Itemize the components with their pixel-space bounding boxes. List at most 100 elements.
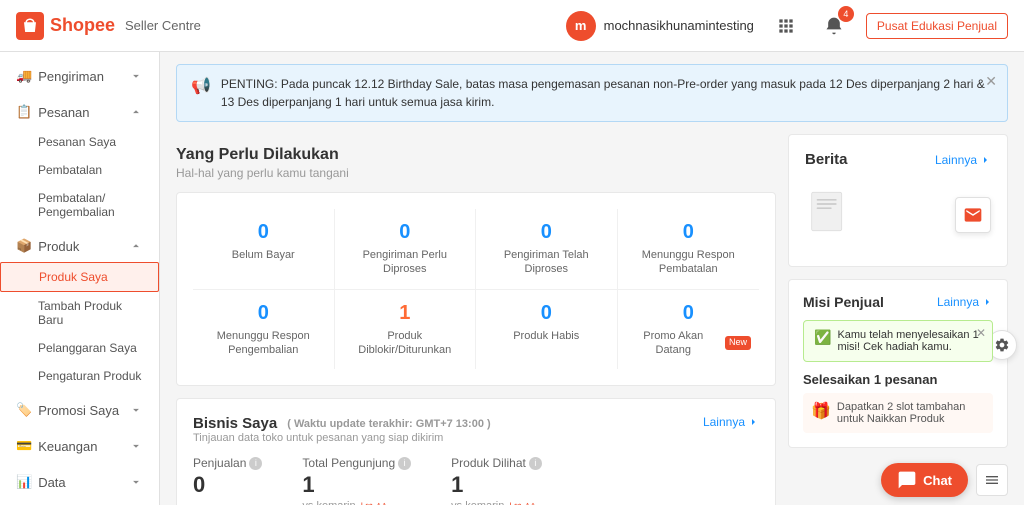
metric-belum-bayar[interactable]: 0 Belum Bayar	[193, 209, 335, 290]
avatar: m	[566, 11, 596, 41]
chevron-down-icon-3	[129, 439, 143, 453]
misi-task-title: Selesaikan 1 pesanan	[803, 372, 993, 387]
chat-button[interactable]: Chat	[881, 463, 968, 497]
bisnis-update-text: ( Waktu update terakhir: GMT+7 13:00 )	[287, 418, 490, 430]
alert-banner: 📢 PENTING: Pada puncak 12.12 Birthday Sa…	[176, 64, 1008, 122]
todo-title: Yang Perlu Dilakukan	[176, 146, 776, 164]
chat-icon	[897, 470, 917, 490]
sidebar-pesanan-label: Pesanan	[38, 105, 89, 120]
metric-menunggu-pengembalian[interactable]: 0 Menunggu Respon Pengembalian	[193, 290, 335, 370]
pusat-edukasi-button[interactable]: Pusat Edukasi Penjual	[866, 13, 1008, 39]
bisnis-lainnya-link[interactable]: Lainnya	[703, 415, 759, 429]
sidebar-section-keuangan: 💳 Keuangan	[0, 430, 159, 462]
username-text: mochnasikhunamintesting	[604, 18, 754, 33]
truck-icon: 🚚	[16, 68, 32, 84]
berita-title: Berita	[805, 151, 848, 168]
sidebar-pengiriman-header[interactable]: 🚚 Pengiriman	[0, 60, 159, 92]
chevron-up-icon	[129, 105, 143, 119]
logo-area: Shopee Seller Centre	[16, 12, 201, 40]
sidebar-item-pesanan-saya[interactable]: Pesanan Saya	[0, 128, 159, 156]
sidebar-item-pembatalan[interactable]: Pembatalan	[0, 156, 159, 184]
metric-value-produk-diblokir: 1	[343, 302, 468, 325]
bisnis-title: Bisnis Saya ( Waktu update terakhir: GMT…	[193, 415, 491, 432]
bisnis-produk-dilihat-label: Produk Dilihat i	[451, 456, 542, 470]
tag-icon: 🏷️	[16, 402, 32, 418]
berita-placeholder	[805, 189, 955, 242]
misi-lainnya-link[interactable]: Lainnya	[937, 295, 993, 309]
sidebar-pengiriman-label: Pengiriman	[38, 69, 104, 84]
metric-promo-datang[interactable]: 0 Promo Akan Datang New	[618, 290, 760, 370]
berita-lainnya-link[interactable]: Lainnya	[935, 153, 991, 167]
metric-label-pengiriman-telah: Pengiriman Telah Diproses	[484, 248, 609, 277]
metric-produk-diblokir[interactable]: 1 Produk Diblokir/Diturunkan	[335, 290, 477, 370]
bisnis-pengunjung-change: vs kemarin +∞ ↑↑	[302, 500, 411, 505]
misi-toast: ✅ Kamu telah menyelesaikan 1 misi! Cek h…	[803, 320, 993, 362]
shopee-svg	[21, 17, 39, 35]
sidebar-item-pengaturan-produk[interactable]: Pengaturan Produk	[0, 362, 159, 390]
document-icon	[805, 189, 855, 239]
bisnis-produk-dilihat-change: vs kemarin +∞ ↑↑	[451, 500, 542, 505]
box-icon: 📦	[16, 238, 32, 254]
produk-dilihat-info-icon[interactable]: i	[529, 457, 542, 470]
sidebar-item-produk-saya[interactable]: Produk Saya	[0, 262, 159, 292]
sidebar-section-promosi: 🏷️ Promosi Saya	[0, 394, 159, 426]
misi-title: Misi Penjual	[803, 294, 884, 310]
list-icon: 📋	[16, 104, 32, 120]
shopee-brand-text: Shopee	[50, 15, 115, 36]
sidebar-item-tambah-produk[interactable]: Tambah Produk Baru	[0, 292, 159, 334]
metric-menunggu-pembatalan[interactable]: 0 Menunggu Respon Pembatalan	[618, 209, 760, 290]
berita-header: Berita Lainnya	[805, 151, 991, 168]
bisnis-penjualan-label: Penjualan i	[193, 456, 262, 470]
apps-button[interactable]	[770, 10, 802, 42]
misi-reward-area: 🎁 Dapatkan 2 slot tambahan untuk Naikkan…	[803, 393, 993, 433]
sidebar-data-header[interactable]: 📊 Data	[0, 466, 159, 498]
sidebar-section-data: 📊 Data	[0, 466, 159, 498]
metric-value-produk-habis: 0	[484, 302, 609, 325]
sidebar-data-label: Data	[38, 475, 65, 490]
sidebar-pesanan-header[interactable]: 📋 Pesanan	[0, 96, 159, 128]
sidebar-promosi-header[interactable]: 🏷️ Promosi Saya	[0, 394, 159, 426]
metric-pengiriman-telah[interactable]: 0 Pengiriman Telah Diproses	[476, 209, 618, 290]
sidebar-produk-header[interactable]: 📦 Produk	[0, 230, 159, 262]
sidebar-item-pelanggaran[interactable]: Pelanggaran Saya	[0, 334, 159, 362]
misi-toast-close-button[interactable]: ✕	[976, 326, 986, 340]
notification-button[interactable]: 4	[818, 10, 850, 42]
metric-produk-habis[interactable]: 0 Produk Habis	[476, 290, 618, 370]
shopee-logo-icon	[16, 12, 44, 40]
todo-card: 0 Belum Bayar 0 Pengiriman Perlu Diprose…	[176, 192, 776, 386]
chat-label: Chat	[923, 473, 952, 488]
metric-value-pengiriman-telah: 0	[484, 221, 609, 244]
chat-settings-button[interactable]	[976, 464, 1008, 496]
alert-close-button[interactable]: ✕	[985, 73, 997, 90]
chevron-right-icon-misi	[981, 296, 993, 308]
sidebar-keuangan-header[interactable]: 💳 Keuangan	[0, 430, 159, 462]
pengunjung-info-icon[interactable]: i	[398, 457, 411, 470]
new-badge: New	[725, 336, 751, 350]
metric-label-pengiriman-perlu: Pengiriman Perlu Diproses	[343, 248, 468, 277]
sidebar-item-pembatalan-pengembalian[interactable]: Pembatalan/ Pengembalian	[0, 184, 159, 226]
megaphone-icon: 📢	[191, 76, 211, 96]
misi-card: Misi Penjual Lainnya ✅ Kamu telah menyel…	[788, 279, 1008, 448]
bisnis-pengunjung: Total Pengunjung i 1 vs kemarin +∞ ↑↑	[302, 456, 411, 505]
penjualan-info-icon[interactable]: i	[249, 457, 262, 470]
metric-label-menunggu-pembatalan: Menunggu Respon Pembatalan	[626, 248, 752, 277]
metric-value-pengiriman-perlu: 0	[343, 221, 468, 244]
main-content: Yang Perlu Dilakukan Hal-hal yang perlu …	[176, 134, 776, 505]
metric-value-promo-datang: 0	[683, 302, 694, 325]
chevron-down-icon	[129, 69, 143, 83]
chevron-right-icon-bisnis	[747, 416, 759, 428]
sidebar: 🚚 Pengiriman 📋 Pesanan Pesanan Saya Pemb…	[0, 52, 160, 505]
content-wrapper: Yang Perlu Dilakukan Hal-hal yang perlu …	[176, 134, 1008, 505]
bisnis-title-area: Bisnis Saya ( Waktu update terakhir: GMT…	[193, 415, 491, 444]
reward-text: Dapatkan 2 slot tambahan untuk Naikkan P…	[837, 401, 985, 425]
metric-pengiriman-perlu[interactable]: 0 Pengiriman Perlu Diproses	[335, 209, 477, 290]
bisnis-header: Bisnis Saya ( Waktu update terakhir: GMT…	[193, 415, 759, 444]
chart-icon: 📊	[16, 474, 32, 490]
metric-value-menunggu-pengembalian: 0	[201, 302, 326, 325]
check-icon: ✅	[814, 329, 831, 346]
chevron-right-icon-berita	[979, 154, 991, 166]
metric-label-produk-habis: Produk Habis	[484, 329, 609, 343]
metrics-grid: 0 Belum Bayar 0 Pengiriman Perlu Diprose…	[193, 209, 759, 369]
metric-label-belum-bayar: Belum Bayar	[201, 248, 326, 262]
bisnis-pengunjung-value: 1	[302, 472, 411, 498]
